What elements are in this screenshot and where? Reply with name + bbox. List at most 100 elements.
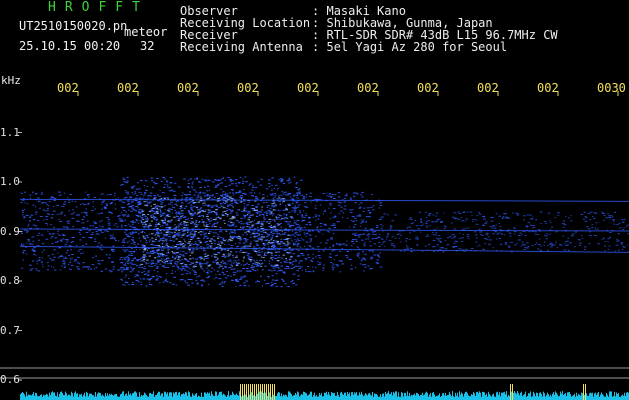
signal-speck <box>70 213 74 215</box>
baseline-noise <box>279 392 280 400</box>
signal-speck <box>316 226 319 228</box>
signal-speck <box>85 266 89 268</box>
signal-speck <box>280 286 283 288</box>
signal-speck <box>388 240 392 242</box>
signal-speck <box>183 193 185 195</box>
signal-speck <box>496 233 499 235</box>
signal-speck <box>180 210 183 212</box>
signal-speck <box>322 270 324 271</box>
signal-speck <box>289 259 291 261</box>
signal-speck <box>312 230 314 232</box>
signal-speck <box>78 231 81 233</box>
signal-speck <box>248 245 252 247</box>
signal-speck <box>265 239 268 241</box>
baseline-noise <box>486 393 487 400</box>
signal-speck <box>442 247 444 249</box>
signal-speck <box>263 217 265 219</box>
signal-speck <box>192 257 194 259</box>
signal-speck <box>387 234 389 236</box>
signal-speck <box>144 266 146 268</box>
signal-speck <box>161 255 164 257</box>
signal-speck <box>227 256 230 258</box>
baseline-noise <box>20 394 21 400</box>
signal-speck <box>254 251 257 252</box>
signal-speck <box>216 270 219 272</box>
signal-speck <box>257 221 261 223</box>
signal-speck <box>151 284 153 286</box>
signal-speck <box>191 214 195 216</box>
signal-speck <box>42 266 44 268</box>
signal-speck <box>115 223 118 225</box>
signal-speck <box>261 223 264 225</box>
baseline-noise <box>186 392 187 400</box>
signal-speck <box>31 250 35 251</box>
signal-speck <box>293 267 295 268</box>
signal-speck <box>220 249 223 251</box>
signal-speck <box>277 264 279 266</box>
signal-speck <box>296 226 300 228</box>
baseline-noise <box>316 395 317 400</box>
signal-speck <box>276 257 280 259</box>
signal-speck <box>231 183 234 185</box>
signal-speck <box>215 274 217 276</box>
signal-speck <box>257 230 260 232</box>
signal-speck <box>131 260 134 262</box>
signal-speck <box>159 210 162 212</box>
signal-speck <box>228 233 231 235</box>
signal-speck <box>627 244 629 246</box>
signal-speck <box>372 209 375 211</box>
signal-speck <box>439 247 442 249</box>
signal-speck <box>42 209 46 211</box>
signal-speck <box>296 192 298 194</box>
signal-speck <box>161 249 164 251</box>
signal-speck <box>195 258 199 260</box>
signal-speck <box>68 268 72 270</box>
signal-speck <box>208 189 211 191</box>
signal-speck <box>85 227 88 229</box>
signal-speck <box>170 219 173 221</box>
signal-speck <box>194 178 196 180</box>
signal-speck <box>242 223 245 225</box>
signal-speck <box>244 217 246 219</box>
signal-speck <box>282 279 284 281</box>
signal-speck <box>305 196 307 198</box>
signal-speck <box>414 238 417 240</box>
signal-speck <box>550 222 552 224</box>
signal-speck <box>285 209 288 211</box>
signal-speck <box>453 242 456 244</box>
signal-speck <box>242 226 245 228</box>
signal-speck <box>425 235 429 237</box>
baseline-noise <box>311 391 312 400</box>
signal-speck <box>301 215 304 217</box>
signal-speck <box>143 195 145 197</box>
signal-speck <box>110 271 113 273</box>
signal-speck <box>134 192 136 194</box>
signal-speck <box>337 201 340 203</box>
signal-speck <box>155 177 159 179</box>
signal-speck <box>344 200 347 202</box>
signal-speck <box>153 218 155 219</box>
signal-speck <box>125 229 128 231</box>
signal-speck <box>355 238 358 240</box>
signal-speck <box>205 204 208 206</box>
signal-speck <box>163 217 167 219</box>
signal-speck <box>267 250 269 252</box>
signal-speck <box>200 267 202 269</box>
signal-speck <box>267 276 270 277</box>
signal-speck <box>161 214 164 216</box>
signal-speck <box>136 195 139 197</box>
signal-speck <box>574 246 576 248</box>
signal-speck <box>333 198 336 199</box>
signal-speck <box>207 270 209 272</box>
signal-speck <box>53 256 56 258</box>
signal-speck <box>235 280 238 282</box>
signal-speck <box>202 280 206 282</box>
signal-speck <box>226 215 228 217</box>
baseline-noise <box>496 392 497 400</box>
signal-speck <box>521 243 525 245</box>
signal-speck <box>88 267 90 269</box>
signal-speck <box>194 243 197 245</box>
signal-speck <box>259 246 261 248</box>
signal-speck <box>190 252 194 254</box>
signal-speck <box>74 201 77 203</box>
